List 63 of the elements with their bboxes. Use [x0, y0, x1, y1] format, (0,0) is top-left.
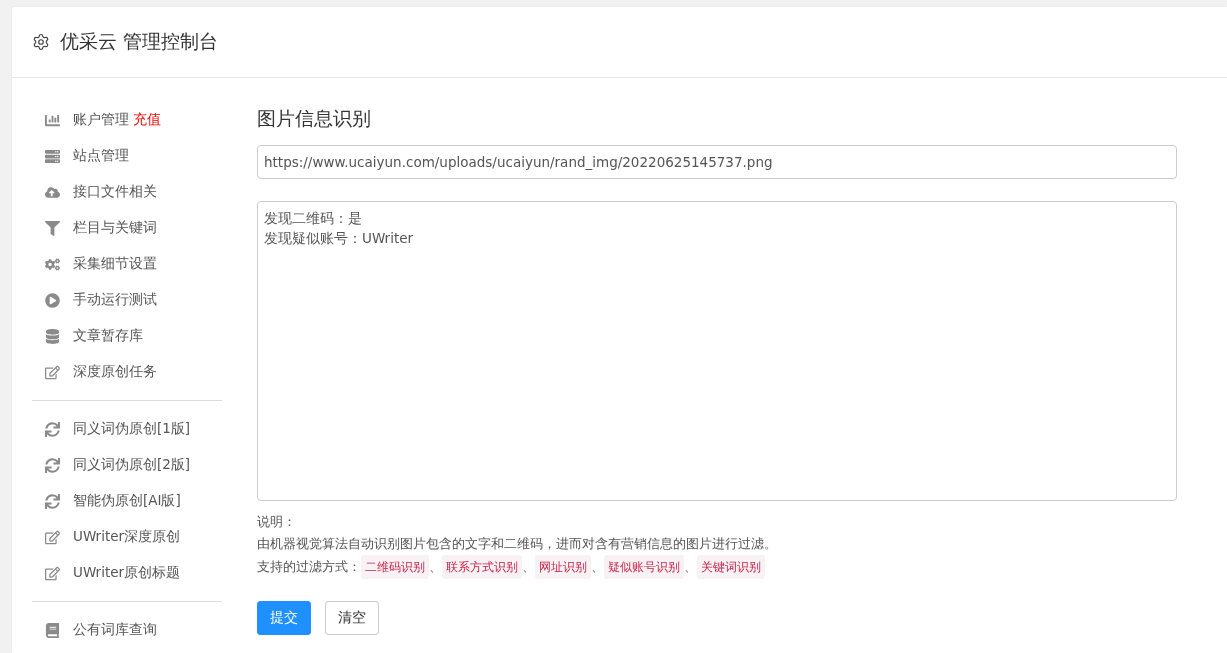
sidebar-label: 智能伪原创[AI版]	[73, 492, 181, 510]
sidebar-label: 公有词库查询	[73, 621, 157, 639]
server-icon	[44, 148, 61, 164]
method-tag: 网址识别	[535, 555, 591, 579]
sidebar-item[interactable]: UWriter深度原创	[32, 519, 222, 555]
method-tag: 关键词识别	[697, 555, 765, 579]
sidebar-item[interactable]: 文章暂存库	[32, 318, 222, 354]
refresh-icon	[44, 493, 61, 509]
sidebar-item[interactable]: 栏目与关键词	[32, 210, 222, 246]
separator: 、	[591, 558, 604, 576]
section-title: 图片信息识别	[257, 107, 372, 131]
sidebar-label: UWriter原创标题	[73, 564, 181, 582]
sidebar-item[interactable]: 深度原创任务	[32, 354, 222, 390]
console-title: 优采云 管理控制台	[60, 29, 219, 54]
sidebar-label: 文章暂存库	[73, 327, 143, 345]
sidebar-item[interactable]: 手动运行测试	[32, 282, 222, 318]
separator: 、	[429, 558, 442, 576]
filter-icon	[44, 220, 61, 236]
refresh-icon	[44, 457, 61, 473]
method-tag: 二维码识别	[361, 555, 429, 579]
sidebar-item[interactable]: 同义词伪原创[1版]	[32, 411, 222, 447]
note-text: 由机器视觉算法自动识别图片包含的文字和二维码，进而对含有营销信息的图片进行过滤。	[257, 535, 778, 553]
book-icon	[44, 622, 61, 638]
sidebar-item[interactable]: 接口文件相关	[32, 174, 222, 210]
sidebar-label: 账户管理	[73, 111, 129, 129]
result-line: 发现二维码：是	[264, 209, 362, 228]
sidebar-label: 深度原创任务	[73, 363, 157, 381]
method-tag: 疑似账号识别	[604, 555, 684, 579]
note-heading: 说明：	[257, 513, 297, 531]
url-field[interactable]: https://www.ucaiyun.com/uploads/ucaiyun/rand_img/20220625145737.png	[257, 145, 1177, 179]
edit-icon	[44, 364, 61, 380]
sidebar-item[interactable]: UWriter原创标题	[32, 555, 222, 591]
sidebar-item[interactable]: 智能伪原创[AI版]	[32, 483, 222, 519]
database-icon	[44, 328, 61, 344]
sidebar-label: 站点管理	[73, 147, 129, 165]
sidebar-label: 同义词伪原创[2版]	[73, 456, 191, 474]
edit-icon	[44, 565, 61, 581]
separator: 、	[522, 558, 535, 576]
chart-icon	[44, 112, 61, 128]
result-box[interactable]: 发现二维码：是 发现疑似账号：UWriter	[257, 201, 1177, 501]
methods-label: 支持的过滤方式：	[257, 558, 361, 576]
method-tag: 联系方式识别	[442, 555, 522, 579]
sidebar-item[interactable]: 公有词库查询	[32, 612, 222, 648]
clear-button[interactable]: 清空	[325, 601, 379, 635]
sidebar-label: UWriter深度原创	[73, 528, 181, 546]
sidebar-item[interactable]: 站点管理	[32, 138, 222, 174]
recharge-link[interactable]: 充值	[133, 111, 161, 129]
sidebar-item[interactable]: 采集细节设置	[32, 246, 222, 282]
sidebar-label: 手动运行测试	[73, 291, 157, 309]
gears-icon	[44, 256, 61, 272]
cloud-upload-icon	[44, 184, 61, 200]
result-line: 发现疑似账号：UWriter	[264, 229, 414, 249]
sidebar-label: 接口文件相关	[73, 183, 157, 201]
play-icon	[44, 292, 61, 308]
refresh-icon	[44, 421, 61, 437]
edit-icon	[44, 529, 61, 545]
separator: 、	[684, 558, 697, 576]
sidebar-label: 采集细节设置	[73, 255, 157, 273]
sidebar-item[interactable]: 账户管理 充值	[32, 102, 222, 138]
sidebar-label: 同义词伪原创[1版]	[73, 420, 191, 438]
sidebar-label: 栏目与关键词	[73, 219, 157, 237]
settings-icon	[32, 33, 50, 51]
sidebar-item[interactable]: 同义词伪原创[2版]	[32, 447, 222, 483]
